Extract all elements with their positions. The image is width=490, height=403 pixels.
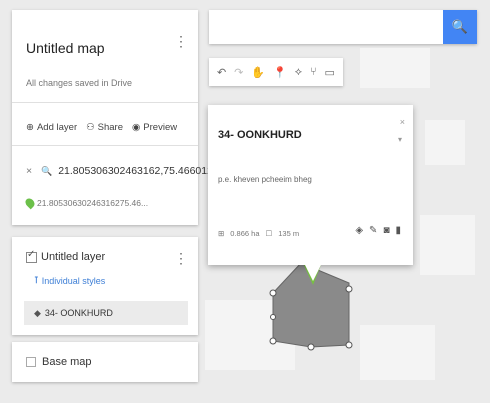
- search-result-pin[interactable]: 21.80530630246316275.46...: [23, 196, 149, 210]
- map-tile: [360, 48, 430, 88]
- search-button[interactable]: 🔍: [443, 10, 477, 44]
- save-status: All changes saved in Drive: [26, 78, 133, 88]
- close-icon[interactable]: ×: [400, 117, 405, 127]
- card-tools: ◈ ✎ ◙ ▮: [355, 225, 401, 236]
- card-pointer: [304, 263, 322, 281]
- search-icon: 🔍: [41, 166, 53, 176]
- layer-feature-item[interactable]: ◆ 34- OONKHURD: [24, 301, 188, 325]
- area-icon: ⊞: [218, 229, 225, 238]
- share-icon: ⚇: [86, 122, 95, 133]
- map-tile: [420, 215, 475, 275]
- panel-actions: ⊕ Add layer ⚇ Share ◉ Preview: [26, 122, 177, 133]
- divider: [12, 102, 198, 103]
- pin-label: 21.80530630246316275.46...: [37, 198, 149, 208]
- hand-icon[interactable]: ✋: [251, 66, 265, 79]
- vertex-handle[interactable]: [269, 289, 277, 297]
- card-title[interactable]: 34- OONKHURD: [218, 129, 302, 141]
- preview-button[interactable]: ◉ Preview: [132, 122, 177, 133]
- base-map-panel: Base map: [12, 342, 198, 382]
- camera-icon[interactable]: ◙: [383, 225, 389, 236]
- layer-menu-icon[interactable]: ⋮: [174, 251, 188, 265]
- undo-icon[interactable]: ↶: [217, 66, 226, 79]
- share-button[interactable]: ⚇ Share: [86, 122, 123, 133]
- paint-roller-icon: ⊺: [34, 275, 39, 285]
- individual-styles-label: Individual styles: [41, 275, 106, 286]
- divider: [12, 145, 198, 146]
- map-tile: [360, 325, 435, 380]
- map-toolbar: ↶ ↷ ✋ 📍 ⟡ ⑂ ▭: [209, 58, 343, 86]
- edit-icon[interactable]: ✎: [369, 225, 377, 236]
- layer-title[interactable]: Untitled layer: [41, 251, 105, 263]
- marker-icon[interactable]: 📍: [273, 66, 287, 79]
- map-title[interactable]: Untitled map: [26, 40, 105, 56]
- add-layer-button[interactable]: ⊕ Add layer: [26, 122, 77, 133]
- layer-panel: Untitled layer ⋮ ⊺ Individual styles ◆ 3…: [12, 237, 198, 335]
- directions-icon[interactable]: ⑂: [310, 66, 317, 78]
- base-map-label: Base map: [42, 356, 92, 368]
- map-pin-icon: [23, 196, 37, 210]
- map-menu-icon[interactable]: ⋮: [174, 34, 188, 48]
- midpoint-handle[interactable]: [270, 314, 276, 320]
- area-value: 0.866 ha: [230, 229, 260, 238]
- search-query: 21.8053063024631​62,75.466012...: [58, 165, 222, 177]
- preview-label: Preview: [143, 122, 178, 133]
- preview-icon: ◉: [132, 122, 141, 133]
- card-description: p.e. kheven pcheeim bheg: [218, 175, 312, 184]
- map-info-panel: Untitled map ⋮ All changes saved in Driv…: [12, 10, 222, 225]
- redo-icon[interactable]: ↷: [234, 66, 243, 79]
- share-label: Share: [97, 122, 123, 133]
- map-search-bar[interactable]: 🔍: [209, 10, 477, 44]
- add-layer-icon: ⊕: [26, 122, 34, 133]
- perimeter-icon: ☐: [265, 229, 273, 238]
- feature-label: 34- OONKHURD: [44, 308, 113, 318]
- card-measurements: ⊞ 0.866 ha ☐ 135 m: [218, 229, 299, 238]
- base-map-toggle-icon[interactable]: [26, 357, 36, 367]
- ruler-icon[interactable]: ▭: [325, 66, 335, 79]
- individual-styles-link[interactable]: ⊺ Individual styles: [34, 275, 105, 286]
- map-tile: [425, 120, 465, 165]
- layer-title-row[interactable]: Untitled layer: [26, 249, 105, 263]
- vertex-handle[interactable]: [345, 285, 353, 293]
- search-icon: 🔍: [451, 19, 469, 34]
- vertex-handle[interactable]: [307, 343, 315, 351]
- close-icon[interactable]: ×: [26, 165, 32, 177]
- polygon-feature-icon: ◆: [34, 307, 41, 318]
- draw-line-icon[interactable]: ⟡: [295, 66, 302, 79]
- search-result-row[interactable]: × 🔍 21.8053063024631​62,75.466012...: [26, 165, 222, 177]
- add-layer-label: Add layer: [36, 122, 78, 133]
- base-map-row[interactable]: Base map: [26, 356, 92, 368]
- perimeter-value: 135 m: [278, 229, 300, 238]
- feature-info-card: 34- OONKHURD × ▾ p.e. kheven pcheeim bhe…: [208, 105, 413, 281]
- layer-visibility-checkbox[interactable]: [26, 249, 37, 263]
- style-icon[interactable]: ◈: [355, 225, 363, 236]
- chevron-down-icon[interactable]: ▾: [398, 135, 402, 144]
- vertex-handle[interactable]: [345, 341, 353, 349]
- delete-icon[interactable]: ▮: [395, 225, 401, 236]
- vertex-handle[interactable]: [269, 337, 277, 345]
